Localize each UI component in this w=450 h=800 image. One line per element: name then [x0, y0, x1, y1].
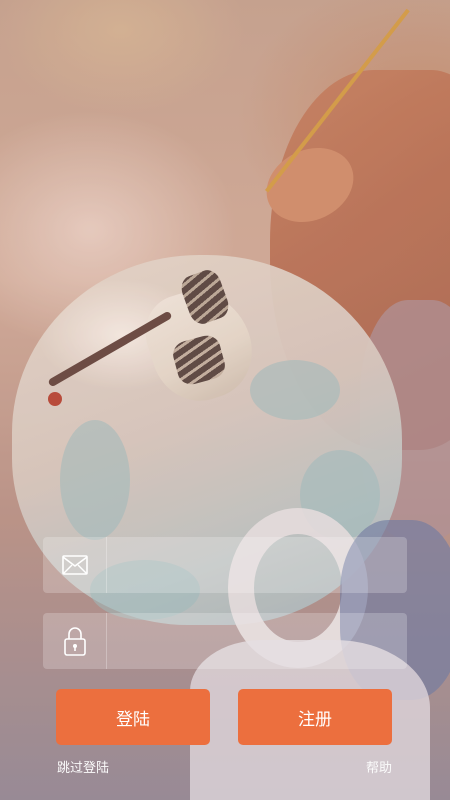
email-input[interactable] — [115, 537, 399, 595]
password-input[interactable] — [115, 613, 399, 671]
email-icon-box — [43, 537, 107, 593]
password-field[interactable] — [43, 613, 407, 671]
email-field[interactable] — [43, 537, 407, 595]
register-button[interactable]: 注册 — [238, 689, 392, 745]
help-link[interactable]: 帮助 — [366, 757, 392, 776]
password-icon-box — [43, 613, 107, 669]
background-photo — [0, 0, 450, 800]
skip-login-link[interactable]: 跳过登陆 — [57, 757, 109, 776]
lock-icon — [63, 627, 86, 656]
login-button[interactable]: 登陆 — [56, 689, 210, 745]
mail-icon — [61, 555, 88, 575]
photo-overlay — [0, 0, 450, 800]
